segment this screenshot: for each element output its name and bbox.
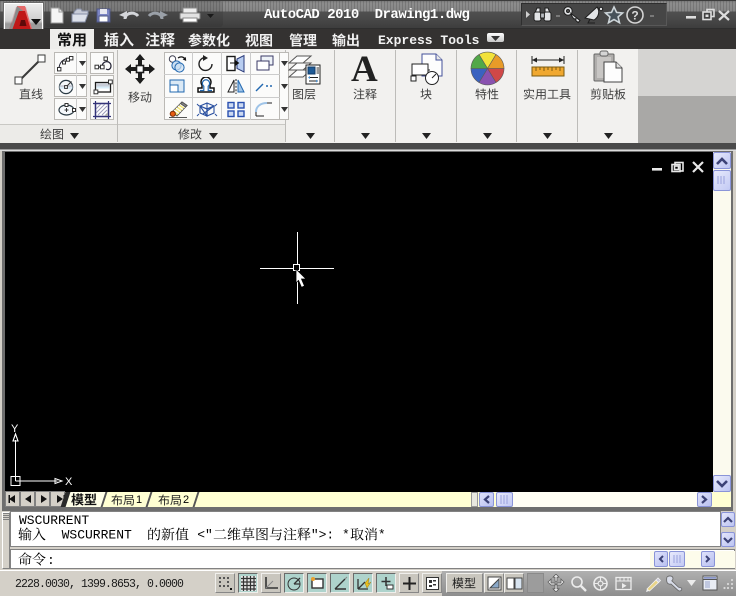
svg-text:?: ? xyxy=(631,9,638,23)
svg-text:X: X xyxy=(65,476,72,488)
svg-text:Y: Y xyxy=(11,423,19,435)
